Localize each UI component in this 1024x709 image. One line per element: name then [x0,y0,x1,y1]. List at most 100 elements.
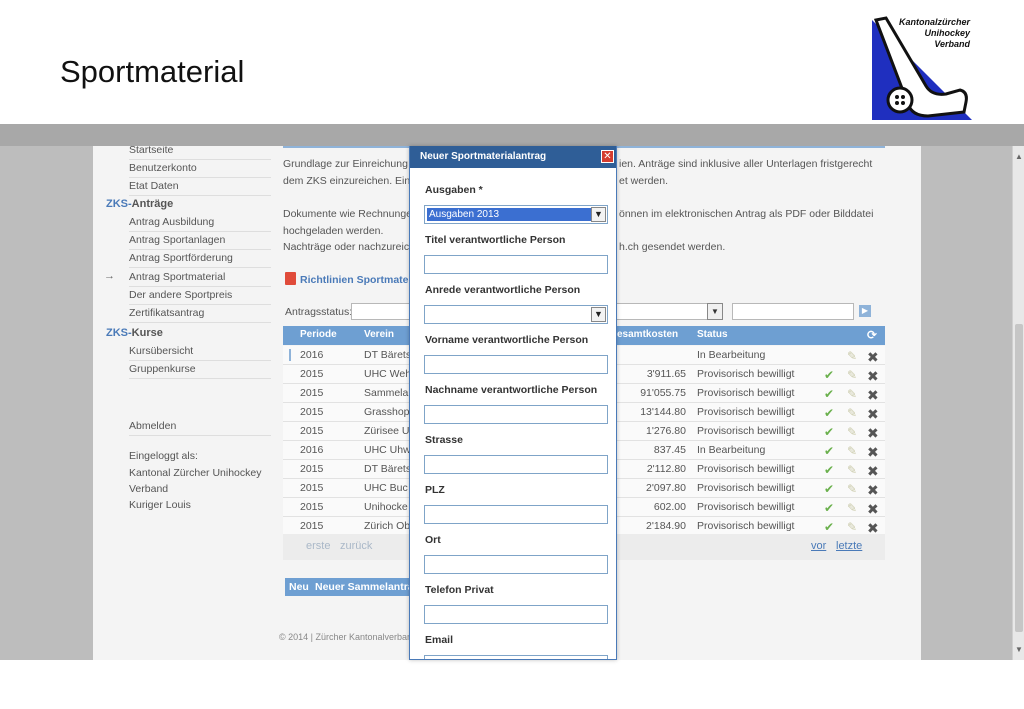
cell-verein: Zürich Ob [364,520,411,532]
titel-input[interactable] [424,255,608,274]
sidebar-item-benutzerkonto[interactable]: Benutzerkonto [129,160,271,178]
divider-bar [0,124,1024,146]
plz-input[interactable] [424,505,608,524]
delete-x-icon[interactable]: ✖ [867,387,879,404]
strasse-input[interactable] [424,455,608,474]
sidebar-item-etat-daten[interactable]: Etat Daten [129,178,271,196]
delete-x-icon[interactable]: ✖ [867,482,879,499]
page-scrollbar[interactable]: ▲ ▼ [1012,146,1024,660]
approve-check-icon[interactable]: ✔ [824,406,834,420]
edit-pencil-icon[interactable]: ✎ [847,463,857,477]
search-go-button[interactable]: ▶ [859,305,871,317]
delete-x-icon[interactable]: ✖ [867,463,879,480]
pager-last[interactable]: letzte [836,540,862,552]
ort-input[interactable] [424,555,608,574]
pager-back[interactable]: zurück [340,540,372,552]
chevron-down-icon[interactable]: ▼ [591,307,606,322]
header-status[interactable]: Status [697,329,728,340]
scroll-down-icon[interactable]: ▼ [1015,645,1023,654]
scroll-up-icon[interactable]: ▲ [1015,152,1023,161]
current-arrow-icon: → [104,270,115,282]
logged-in-org: Kantonal Zürcher Unihockey [129,467,262,479]
edit-pencil-icon[interactable]: ✎ [847,482,857,496]
cell-status: Provisorisch bewilligt [697,406,795,418]
logged-in-user: Kuriger Louis [129,499,191,511]
approve-check-icon[interactable]: ✔ [824,482,834,496]
intro-text: et werden. [619,175,669,187]
edit-pencil-icon[interactable]: ✎ [847,425,857,439]
pager-next[interactable]: vor [811,540,826,552]
logout-link[interactable]: Abmelden [129,418,271,436]
ausgaben-label: Ausgaben * [425,184,483,196]
edit-pencil-icon[interactable]: ✎ [847,349,857,363]
close-icon[interactable]: ✕ [601,150,614,163]
telefon-input[interactable] [424,605,608,624]
nachname-input[interactable] [424,405,608,424]
vorname-label: Vorname verantwortliche Person [425,334,589,346]
delete-x-icon[interactable]: ✖ [867,349,879,366]
cell-status: Provisorisch bewilligt [697,368,795,380]
ausgaben-select[interactable]: Ausgaben 2013 ▼ [424,205,608,224]
scroll-thumb[interactable] [1015,324,1023,632]
logged-in-label: Eingeloggt als: [129,450,198,462]
cell-status: Provisorisch bewilligt [697,501,795,513]
cell-periode: 2015 [300,482,324,494]
docs-text: Nachträge oder nachzureic [283,241,410,253]
cell-status: Provisorisch bewilligt [697,463,795,475]
approve-check-icon[interactable]: ✔ [824,444,834,458]
delete-x-icon[interactable]: ✖ [867,444,879,461]
sidebar-item-antrag-sportanlagen[interactable]: Antrag Sportanlagen [129,232,271,250]
sidebar-item-zertifikatsantrag[interactable]: Zertifikatsantrag [129,305,271,323]
slide-title: Sportmaterial [60,54,245,89]
pager-first[interactable]: erste [306,540,330,552]
sidebar-item-antrag-ausbildung[interactable]: Antrag Ausbildung [129,214,271,232]
delete-x-icon[interactable]: ✖ [867,368,879,385]
pdf-icon [285,272,296,285]
chevron-down-icon[interactable]: ▼ [591,207,606,222]
anrede-select[interactable]: ▼ [424,305,608,324]
cell-status: Provisorisch bewilligt [697,425,795,437]
cell-status: In Bearbeitung [697,349,766,361]
new-button[interactable]: Neu [285,578,313,596]
header-gesamtkosten[interactable]: esamtkosten [617,329,678,340]
intro-text: ien. Anträge sind inklusive aller Unterl… [619,158,873,170]
email-input[interactable] [424,655,608,659]
sidebar-item-antrag-sportmaterial[interactable]: Antrag Sportmaterial [129,269,271,287]
delete-x-icon[interactable]: ✖ [867,501,879,518]
nachname-label: Nachname verantwortliche Person [425,384,598,396]
approve-check-icon[interactable]: ✔ [824,463,834,477]
delete-x-icon[interactable]: ✖ [867,406,879,423]
sidebar-item-kursuebersicht[interactable]: Kursübersicht [129,343,271,361]
edit-pencil-icon[interactable]: ✎ [847,444,857,458]
telefon-label: Telefon Privat [425,584,494,596]
cell-verein: Grasshop [364,406,410,418]
edit-pencil-icon[interactable]: ✎ [847,387,857,401]
edit-pencil-icon[interactable]: ✎ [847,520,857,534]
edit-pencil-icon[interactable]: ✎ [847,406,857,420]
chevron-down-icon[interactable]: ▼ [707,303,723,320]
refresh-icon[interactable]: ⟳ [867,328,877,342]
cell-verein: UHC Uhw [364,444,411,456]
approve-check-icon[interactable]: ✔ [824,387,834,401]
cell-status: Provisorisch bewilligt [697,482,795,494]
vorname-input[interactable] [424,355,608,374]
header-verein[interactable]: Verein [364,329,394,340]
sidebar-item-antrag-sportfoerderung[interactable]: Antrag Sportförderung [129,250,271,268]
new-collection-button[interactable]: Neuer Sammelantra [311,578,418,596]
sidebar-item-startseite[interactable]: Startseite [129,146,271,160]
approve-check-icon[interactable]: ✔ [824,520,834,534]
cell-periode: 2015 [300,368,324,380]
sidebar-item-andere-sportpreis[interactable]: Der andere Sportpreis [129,287,271,305]
richtlinien-link[interactable]: Richtlinien Sportmater [285,272,413,286]
approve-check-icon[interactable]: ✔ [824,425,834,439]
approve-check-icon[interactable]: ✔ [824,368,834,382]
edit-pencil-icon[interactable]: ✎ [847,501,857,515]
search-input[interactable] [732,303,854,320]
delete-x-icon[interactable]: ✖ [867,425,879,442]
header-periode[interactable]: Periode [300,329,337,340]
approve-check-icon[interactable]: ✔ [824,501,834,515]
cell-verein: Zürisee U [364,425,410,437]
edit-pencil-icon[interactable]: ✎ [847,368,857,382]
sidebar-item-gruppenkurse[interactable]: Gruppenkurse [129,361,271,379]
slide: Sportmaterial Kantonalzürcher Unihockey … [0,0,1024,709]
